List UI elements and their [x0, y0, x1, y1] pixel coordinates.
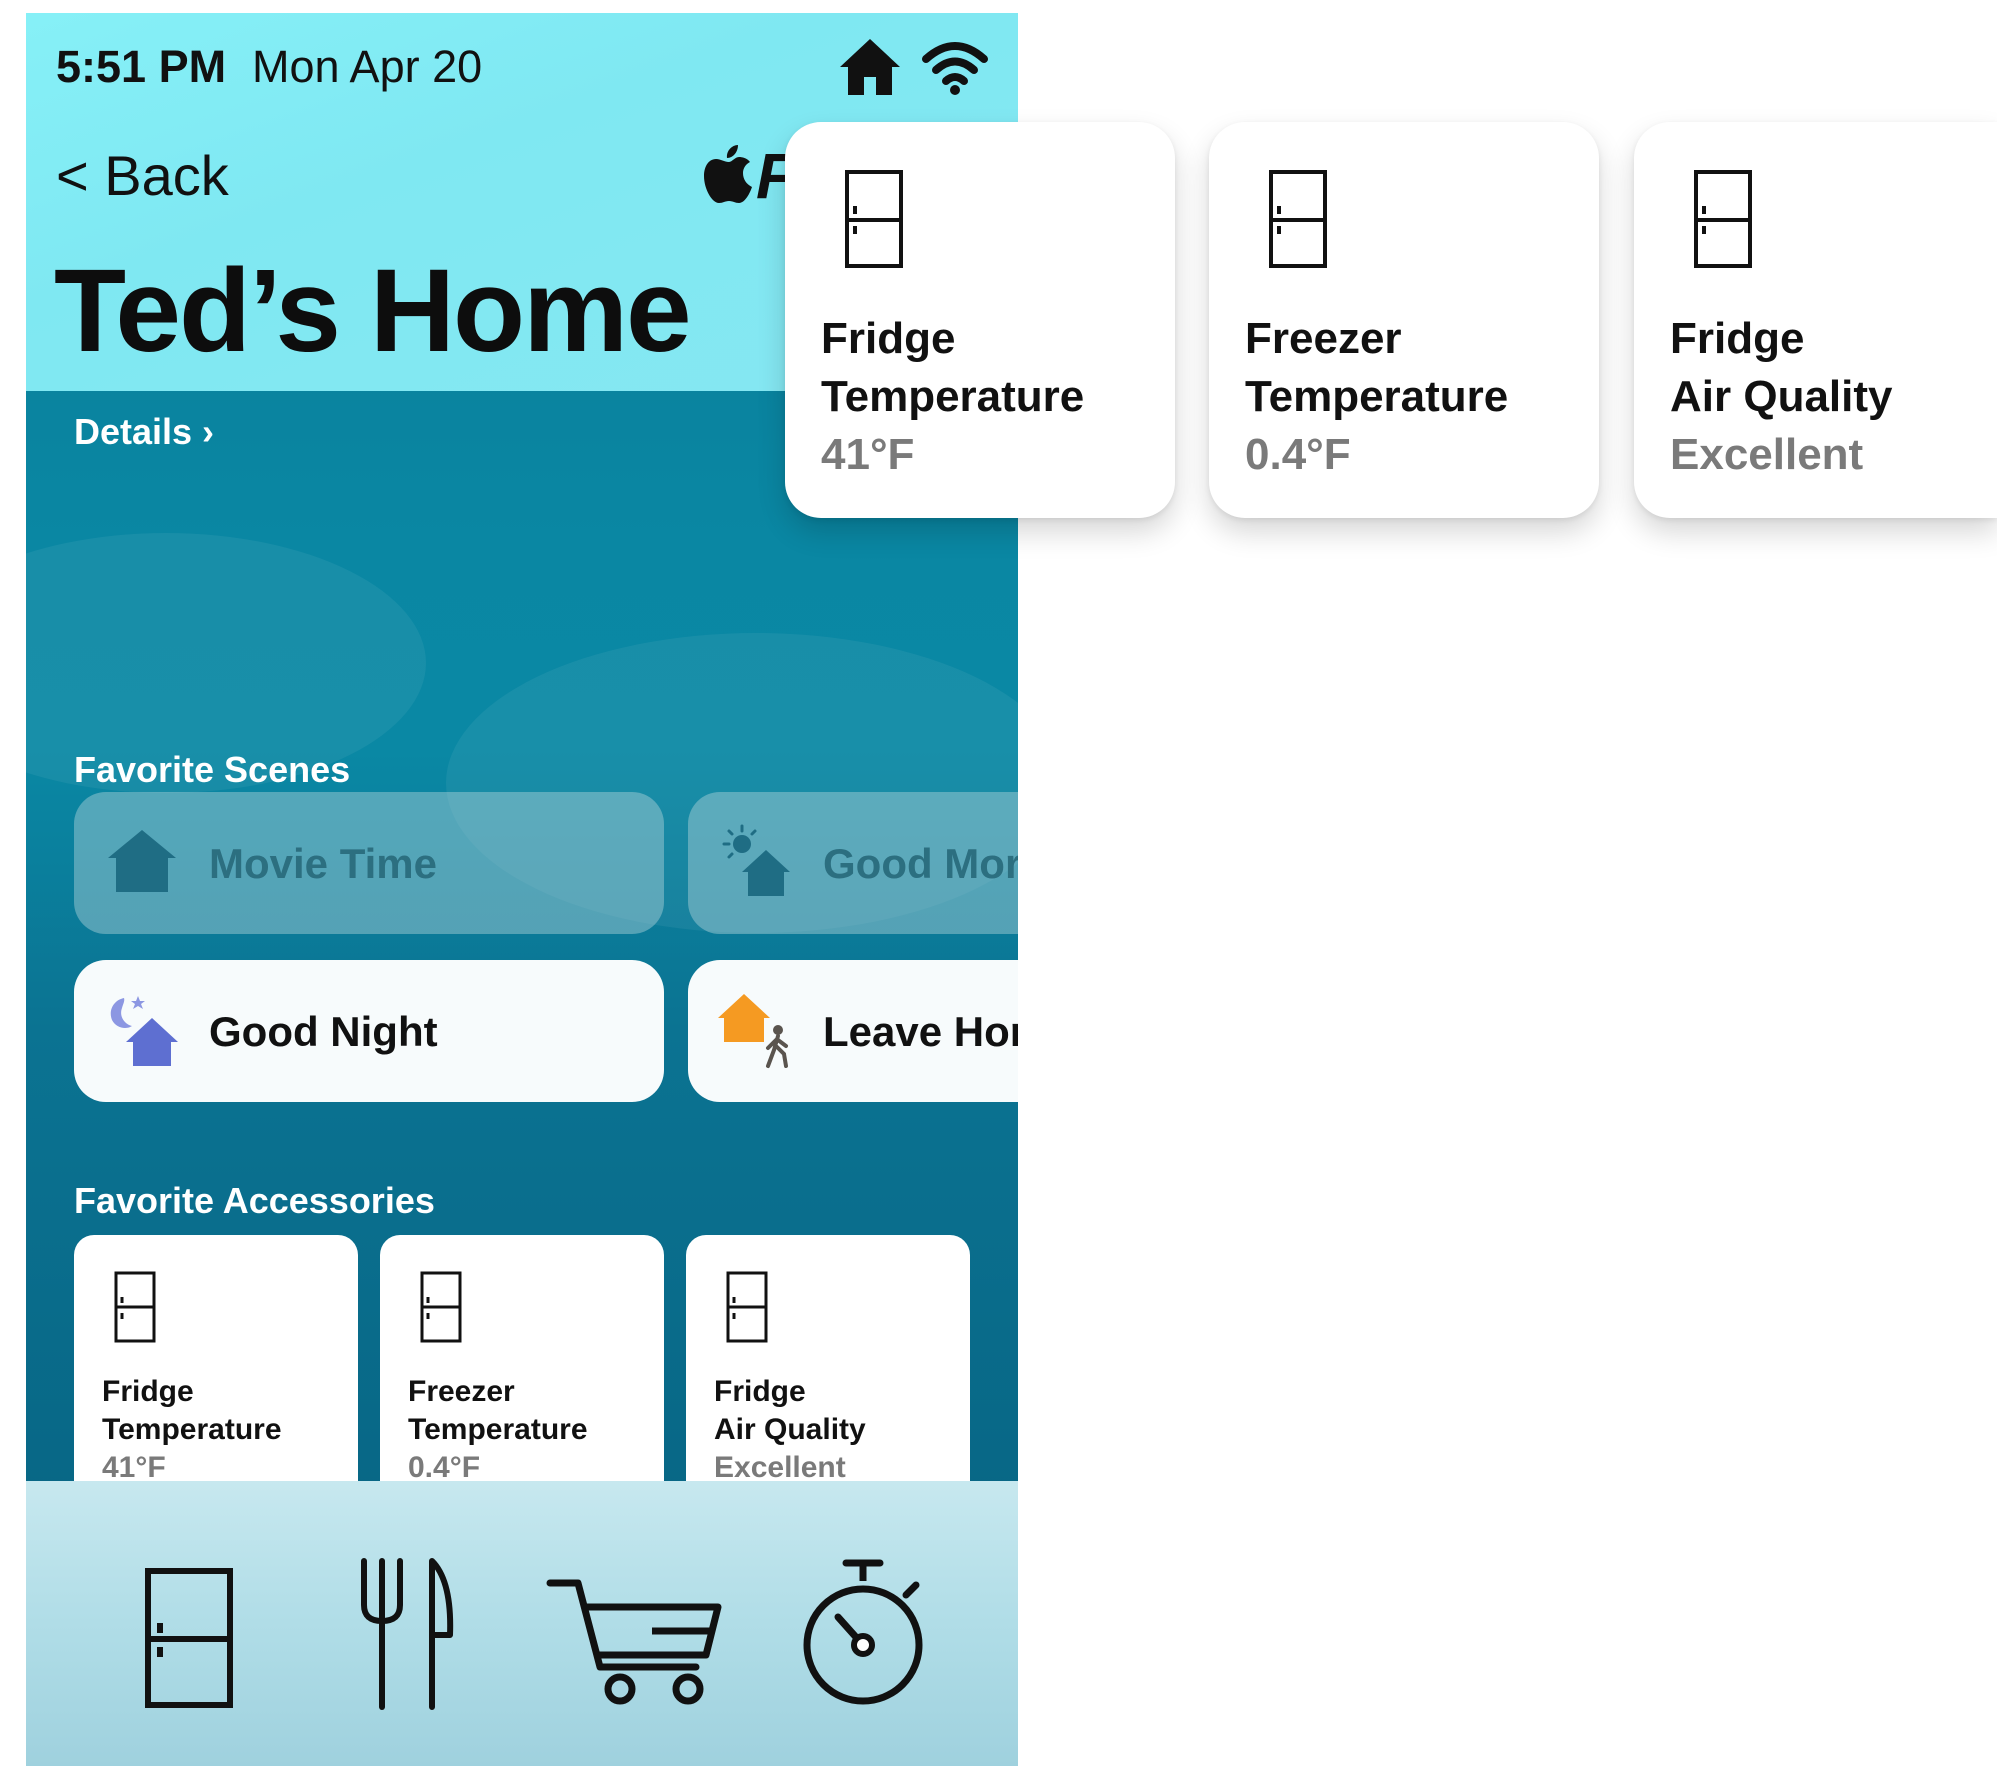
accessory-name: Air Quality — [714, 1413, 866, 1446]
apple-logo-icon — [704, 145, 752, 203]
scene-label: Good Morning — [823, 840, 1018, 887]
accessory-name: Fridge — [821, 314, 956, 363]
wifi-icon — [922, 42, 988, 95]
accessory-value: 0.4°F — [1245, 430, 1351, 479]
accessory-name: Freezer — [408, 1375, 515, 1408]
accessory-name: Temperature — [821, 372, 1085, 421]
scene-label: Good Night — [209, 1008, 438, 1055]
scene-label: Movie Time — [209, 840, 437, 887]
scene-leave-home[interactable]: Leave Home — [688, 960, 1018, 1102]
accessory-value: Excellent — [1670, 430, 1864, 479]
fridge-icon — [845, 170, 903, 268]
accessory-name: Temperature — [102, 1413, 282, 1446]
scene-good-morning[interactable]: Good Morning — [688, 792, 1018, 934]
favorite-accessories-heading: Favorite Accessories — [74, 1180, 435, 1221]
details-link[interactable]: Details › — [74, 411, 214, 453]
fridge-icon — [1694, 170, 1752, 268]
timer-icon[interactable] — [798, 1559, 928, 1707]
fridge-icon — [1269, 170, 1327, 268]
tab-bar — [26, 1481, 1018, 1766]
fridge-icon[interactable] — [144, 1567, 234, 1709]
accessory-name: Freezer — [1245, 314, 1402, 363]
page-title: Ted’s Home — [54, 245, 692, 377]
status-time: 5:51 PM — [56, 41, 227, 92]
enlarged-card-fridge-air-quality[interactable]: Fridge Air Quality Excellent — [1634, 122, 1997, 518]
leave-home-icon — [718, 994, 788, 1068]
house-icon — [108, 830, 176, 892]
fridge-icon — [420, 1271, 462, 1343]
enlarged-card-freezer-temperature[interactable]: Freezer Temperature 0.4°F — [1209, 122, 1599, 518]
home-icon — [840, 39, 900, 95]
sunrise-house-icon — [722, 824, 790, 896]
accessory-value: 41°F — [102, 1451, 166, 1484]
scene-movie-time[interactable]: Movie Time — [74, 792, 664, 934]
scene-label: Leave Home — [823, 1008, 1018, 1055]
accessory-name: Temperature — [1245, 372, 1509, 421]
accessory-value: 0.4°F — [408, 1451, 481, 1484]
accessory-name: Temperature — [408, 1413, 588, 1446]
accessory-name: Fridge — [1670, 314, 1805, 363]
cart-icon[interactable] — [546, 1575, 726, 1707]
accessory-name: Fridge — [102, 1375, 194, 1408]
utensils-icon[interactable] — [356, 1557, 456, 1713]
back-button[interactable]: < Back — [56, 143, 229, 208]
accessory-name: Fridge — [714, 1375, 806, 1408]
fridge-icon — [726, 1271, 768, 1343]
fridge-icon — [114, 1271, 156, 1343]
accessory-value: Excellent — [714, 1451, 846, 1484]
favorite-scenes-heading: Favorite Scenes — [74, 749, 351, 790]
accessory-value: 41°F — [821, 430, 915, 479]
status-date: Mon Apr 20 — [252, 41, 483, 92]
enlarged-card-fridge-temperature[interactable]: Fridge Temperature 41°F — [785, 122, 1175, 518]
scene-good-night[interactable]: Good Night — [74, 960, 664, 1102]
accessory-name: Air Quality — [1670, 372, 1893, 421]
moon-house-icon — [110, 996, 178, 1066]
